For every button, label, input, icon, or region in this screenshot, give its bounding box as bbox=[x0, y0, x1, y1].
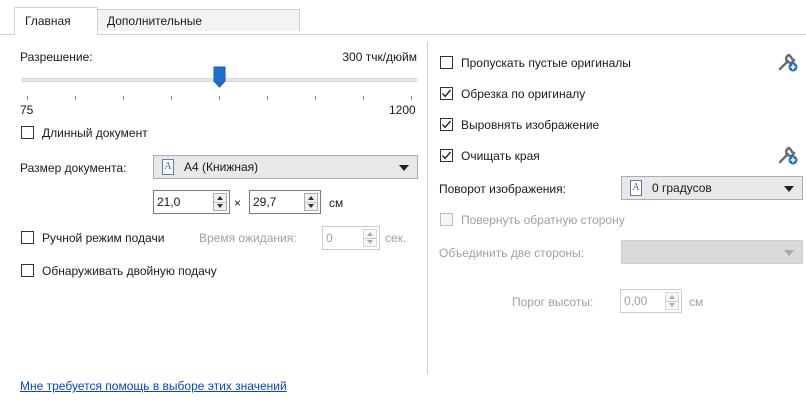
wait-time-unit: сек. bbox=[385, 231, 407, 245]
long-document-checkbox[interactable] bbox=[21, 126, 34, 139]
edge-clean-label: Очищать края bbox=[461, 149, 540, 163]
double-feed-checkbox[interactable] bbox=[21, 264, 34, 277]
slider-tick bbox=[75, 96, 76, 100]
rotation-dropdown[interactable]: A 0 градусов bbox=[621, 176, 803, 200]
height-threshold-label: Порог высоты: bbox=[512, 295, 594, 309]
tab-main-label: Главная bbox=[25, 14, 71, 28]
width-spin-buttons[interactable] bbox=[213, 193, 227, 211]
rotation-label: Поворот изображения: bbox=[439, 182, 566, 196]
slider-tick bbox=[411, 96, 412, 100]
document-height-spinner[interactable]: 29,7 bbox=[249, 190, 321, 214]
slider-tick bbox=[267, 96, 268, 100]
straighten-label: Выровнять изображение bbox=[461, 118, 600, 132]
document-size-unit: см bbox=[329, 196, 344, 210]
crop-checkbox[interactable] bbox=[440, 87, 453, 100]
resolution-slider-thumb[interactable] bbox=[213, 66, 226, 88]
wait-time-value: 0 bbox=[326, 231, 333, 245]
tab-divider-line bbox=[0, 34, 806, 35]
wrench-settings-icon[interactable] bbox=[777, 144, 799, 166]
wait-time-spin-buttons[interactable] bbox=[363, 229, 377, 247]
times-sign: × bbox=[234, 196, 242, 210]
chevron-down-icon bbox=[784, 250, 794, 256]
slider-tick bbox=[123, 96, 124, 100]
document-page-icon: A bbox=[630, 180, 642, 196]
crop-label: Обрезка по оригиналу bbox=[461, 87, 586, 101]
document-page-icon: A bbox=[162, 159, 174, 175]
chevron-down-icon bbox=[784, 186, 794, 192]
document-width-spinner[interactable]: 21,0 bbox=[153, 190, 230, 214]
height-threshold-spin-buttons[interactable] bbox=[665, 292, 679, 310]
rotate-back-checkbox[interactable] bbox=[440, 213, 453, 226]
skip-blank-checkbox[interactable] bbox=[440, 56, 453, 69]
help-link[interactable]: Мне требуется помощь в выборе этих значе… bbox=[20, 379, 287, 393]
skip-blank-label: Пропускать пустые оригиналы bbox=[461, 56, 631, 70]
long-document-label: Длинный документ bbox=[42, 126, 148, 140]
edge-clean-checkbox[interactable] bbox=[440, 149, 453, 162]
wait-time-label: Время ожидания: bbox=[199, 231, 297, 245]
panel-divider bbox=[427, 42, 428, 374]
resolution-label: Разрешение: bbox=[20, 50, 93, 64]
slider-tick bbox=[363, 96, 364, 100]
wrench-settings-icon[interactable] bbox=[777, 51, 799, 73]
merge-label: Объединить две стороны: bbox=[439, 246, 585, 260]
tab-main[interactable]: Главная bbox=[14, 7, 98, 35]
document-height-value: 29,7 bbox=[253, 195, 277, 209]
tab-advanced[interactable]: Дополнительные bbox=[96, 9, 300, 31]
chevron-down-icon bbox=[399, 165, 409, 171]
resolution-min-label: 75 bbox=[20, 103, 34, 117]
slider-tick bbox=[27, 96, 28, 100]
slider-tick bbox=[219, 96, 220, 100]
document-size-label: Размер документа: bbox=[20, 161, 127, 175]
slider-tick bbox=[315, 96, 316, 100]
height-spin-buttons[interactable] bbox=[304, 193, 318, 211]
tab-bar: Главная Дополнительные bbox=[0, 0, 806, 35]
merge-sides-dropdown[interactable] bbox=[621, 240, 803, 264]
tab-advanced-label: Дополнительные bbox=[107, 14, 202, 28]
rotate-back-label: Повернуть обратную сторону bbox=[461, 213, 625, 227]
height-threshold-value: 0,00 bbox=[624, 294, 648, 308]
document-size-dropdown[interactable]: A A4 (Книжная) bbox=[153, 155, 418, 179]
manual-feed-checkbox[interactable] bbox=[21, 231, 34, 244]
height-threshold-unit: см bbox=[689, 295, 704, 309]
document-width-value: 21,0 bbox=[157, 195, 181, 209]
resolution-value: 300 тчк/дюйм bbox=[342, 50, 417, 64]
straighten-checkbox[interactable] bbox=[440, 118, 453, 131]
manual-feed-label: Ручной режим подачи bbox=[42, 231, 165, 245]
slider-tick bbox=[171, 96, 172, 100]
wait-time-spinner[interactable]: 0 bbox=[322, 226, 380, 250]
height-threshold-spinner[interactable]: 0,00 bbox=[620, 289, 682, 313]
document-size-selected: A4 (Книжная) bbox=[184, 160, 259, 174]
double-feed-label: Обнаруживать двойную подачу bbox=[42, 264, 217, 278]
resolution-max-label: 1200 bbox=[389, 103, 416, 117]
rotation-selected: 0 градусов bbox=[652, 181, 712, 195]
